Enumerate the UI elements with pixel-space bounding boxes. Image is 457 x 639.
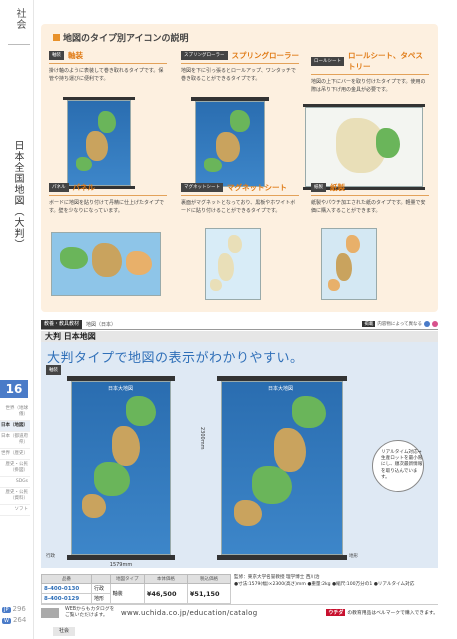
- section-title: 日本全国地図（大判）: [12, 140, 23, 250]
- spec-text: 監修：東京大学名誉教授 理学博士 西川治 ●寸法:1579(幅)×2300(高さ…: [234, 574, 438, 588]
- icon-section-title: 地図のタイプ別アイコンの説明: [53, 31, 189, 44]
- page-number: 16: [0, 380, 28, 398]
- catalog-page: 社会 日本全国地図（大判） 16 世界（地球儀） 日本（地図） 日本（都道府県）…: [0, 0, 457, 639]
- map-type: 軸装: [109, 583, 145, 604]
- product-category-bar: 教養・教具教材 地図（日本） 掲載 内容物によって異なる: [41, 319, 438, 330]
- type-card-spring: スプリングローラー スプリングローラー 地図を下に引っ張るとロールアップ、ワンタッ…: [181, 50, 299, 92]
- note: 掲載 内容物によって異なる: [362, 321, 438, 327]
- type-badge: ロールシート: [311, 56, 344, 66]
- footer-text: WEBからもカタログをご覧いただけます。: [65, 606, 115, 618]
- type-name: ロールシート、タペストリー: [348, 51, 423, 71]
- map-image: [195, 101, 265, 187]
- rail-nav-item[interactable]: 歴史・公民（掛図）: [0, 460, 30, 477]
- spec-table: 品番 地図タイプ 本体価格 税込価格 8-400-0130 行政 軸装 ¥46,…: [41, 574, 232, 604]
- bellmark-note: ウチダ の教育用品はベルマークで購入できます。: [326, 609, 438, 616]
- subcategory: 地図（日本）: [86, 321, 117, 328]
- spec-header: 地図タイプ: [109, 574, 145, 584]
- hanger-bar: [217, 555, 347, 560]
- type-desc: 裏面がマグネットとなっており、黒板やホワイトボードに貼り付けることができるタイプ…: [181, 200, 296, 214]
- spec-header: 税込価格: [186, 574, 232, 584]
- rail-nav-item[interactable]: 歴史・公民（資料）: [0, 488, 30, 505]
- product-main: 大判タイプで地図の表示がわかりやすい。 軸装 日本大地図 行政 1579mm 2…: [41, 342, 438, 568]
- rail-nav-item-active[interactable]: 日本（地図）: [0, 421, 30, 432]
- type-desc: 紙製やパウチ加工された紙のタイプです。軽量で安価に購入することができます。: [311, 200, 426, 214]
- type-name: スプリングローラー: [231, 51, 300, 60]
- subject-label: 社会: [14, 8, 25, 30]
- spec-header: [90, 574, 111, 584]
- footer: WEBからもカタログをご覧いただけます。 www.uchida.co.jp/ed…: [41, 604, 438, 620]
- type-name: 紙製: [330, 183, 345, 192]
- administrative-map-image: 日本大地図: [71, 381, 171, 555]
- tax-price: ¥51,150: [186, 583, 232, 604]
- product-kind: 行政: [90, 583, 111, 594]
- page-ref[interactable]: JP 296: [2, 604, 32, 615]
- rail-nav-item[interactable]: 世界（歴史）: [0, 449, 30, 460]
- type-desc: ボードに地図を貼り付けて丹精に仕上げたタイプです。壁を少なりになっています。: [49, 200, 165, 214]
- type-desc: 掛け軸のように表装して巻き取れるタイプです。保管や持ち運びに便利です。: [49, 68, 164, 82]
- terrain-map-image: 日本大地図: [221, 381, 343, 555]
- spec-details: ●寸法:1579(幅)×2300(高さ)mm ●重量:2kg ●縮尺:100万分…: [234, 582, 415, 587]
- type-badge: 軸装: [46, 365, 61, 375]
- icon-explanation-box: 地図のタイプ別アイコンの説明 軸装 軸装 掛け軸のように表装して巻き取れるタイプで…: [41, 24, 438, 312]
- left-rail: 社会 日本全国地図（大判） 16 世界（地球儀） 日本（地図） 日本（都道府県）…: [0, 0, 34, 639]
- type-card-magnet: マグネットシート マグネットシート 裏面がマグネットとなっており、黒板やホワイトボ…: [181, 182, 299, 224]
- map-image: [305, 107, 423, 187]
- rail-nav-item[interactable]: 世界（地球儀）: [0, 404, 30, 421]
- product-code: 8-400-0129: [41, 593, 92, 604]
- map-image: [205, 228, 261, 300]
- catalog-url[interactable]: www.uchida.co.jp/education/catalog: [121, 609, 258, 617]
- rail-nav-item[interactable]: SDGs: [0, 477, 30, 488]
- headline: 大判タイプで地図の表示がわかりやすい。: [47, 351, 304, 366]
- height-dimension: 2300mm: [199, 427, 205, 450]
- type-card-paper: 紙製 紙製 紙製やパウチ加工された紙のタイプです。軽量で安価に購入することができま…: [311, 182, 429, 224]
- type-badge: マグネットシート: [181, 183, 223, 192]
- callout-bubble: リアルタイム対応⇒生産ロットを最小限にし、順次最新情報を取り込んでいます。: [372, 440, 424, 492]
- spec-header: 本体価格: [143, 574, 188, 584]
- type-card-rollsheet: ロールシート ロールシート、タペストリー 地図の上下にバーを取り付けたタイプです。…: [311, 50, 429, 103]
- supervisor-text: 監修：東京大学名誉教授 理学博士 西川治: [234, 575, 320, 580]
- page-refs: JP 296 W 264: [2, 604, 32, 626]
- map-title: 日本大地図: [268, 386, 294, 392]
- width-dimension: 1579mm: [109, 562, 133, 568]
- brand-logo: ウチダ: [326, 609, 346, 616]
- info-icon: [432, 321, 438, 327]
- table-row: 8-400-0130 行政 軸装 ¥46,500 ¥51,150: [41, 583, 232, 604]
- category-badge: 教養・教具教材: [41, 319, 83, 329]
- type-badge: スプリングローラー: [181, 51, 228, 60]
- type-name: マグネットシート: [227, 183, 287, 192]
- type-badge: 軸装: [49, 51, 64, 60]
- bottom-tab[interactable]: 社会: [53, 627, 75, 636]
- map-image: [67, 100, 131, 186]
- page-ref[interactable]: W 264: [2, 615, 32, 626]
- type-desc: 地図を下に引っ張るとロールアップ、ワンタッチで巻き取ることができるタイプです。: [181, 68, 296, 82]
- price: ¥46,500: [143, 583, 188, 604]
- product-kind: 地形: [90, 593, 111, 604]
- rail-nav-item[interactable]: 日本（都道府県）: [0, 432, 30, 449]
- map-image: [321, 228, 377, 300]
- map-title: 日本大地図: [108, 386, 134, 392]
- product-title: 大判 日本地図: [41, 331, 438, 342]
- hanger-bar: [67, 555, 175, 560]
- map-tag: 地形: [349, 554, 358, 559]
- product-code: 8-400-0130: [41, 583, 92, 594]
- map-image: [51, 232, 161, 296]
- rail-nav-item[interactable]: ソフト: [0, 505, 30, 516]
- divider: [8, 44, 30, 45]
- square-bullet-icon: [53, 34, 60, 41]
- map-tag: 行政: [46, 554, 55, 559]
- qr-code-icon: [41, 607, 59, 618]
- type-badge: パネル: [49, 183, 69, 192]
- spec-header: 品番: [41, 574, 92, 584]
- type-card-panel: パネル パネル ボードに地図を貼り付けて丹精に仕上げたタイプです。壁を少なりになっ…: [49, 182, 167, 224]
- type-name: パネル: [72, 183, 96, 192]
- info-icon: [424, 321, 430, 327]
- type-desc: 地図の上下にバーを取り付けたタイプです。使用の際は吊り下げ用の金具が必要です。: [311, 79, 426, 93]
- type-card-scroll: 軸装 軸装 掛け軸のように表装して巻き取れるタイプです。保管や持ち運びに便利です。: [49, 50, 167, 92]
- type-name: 軸装: [68, 51, 83, 60]
- type-badge: 紙製: [311, 183, 326, 192]
- rail-nav: 世界（地球儀） 日本（地図） 日本（都道府県） 世界（歴史） 歴史・公民（掛図）…: [0, 404, 30, 516]
